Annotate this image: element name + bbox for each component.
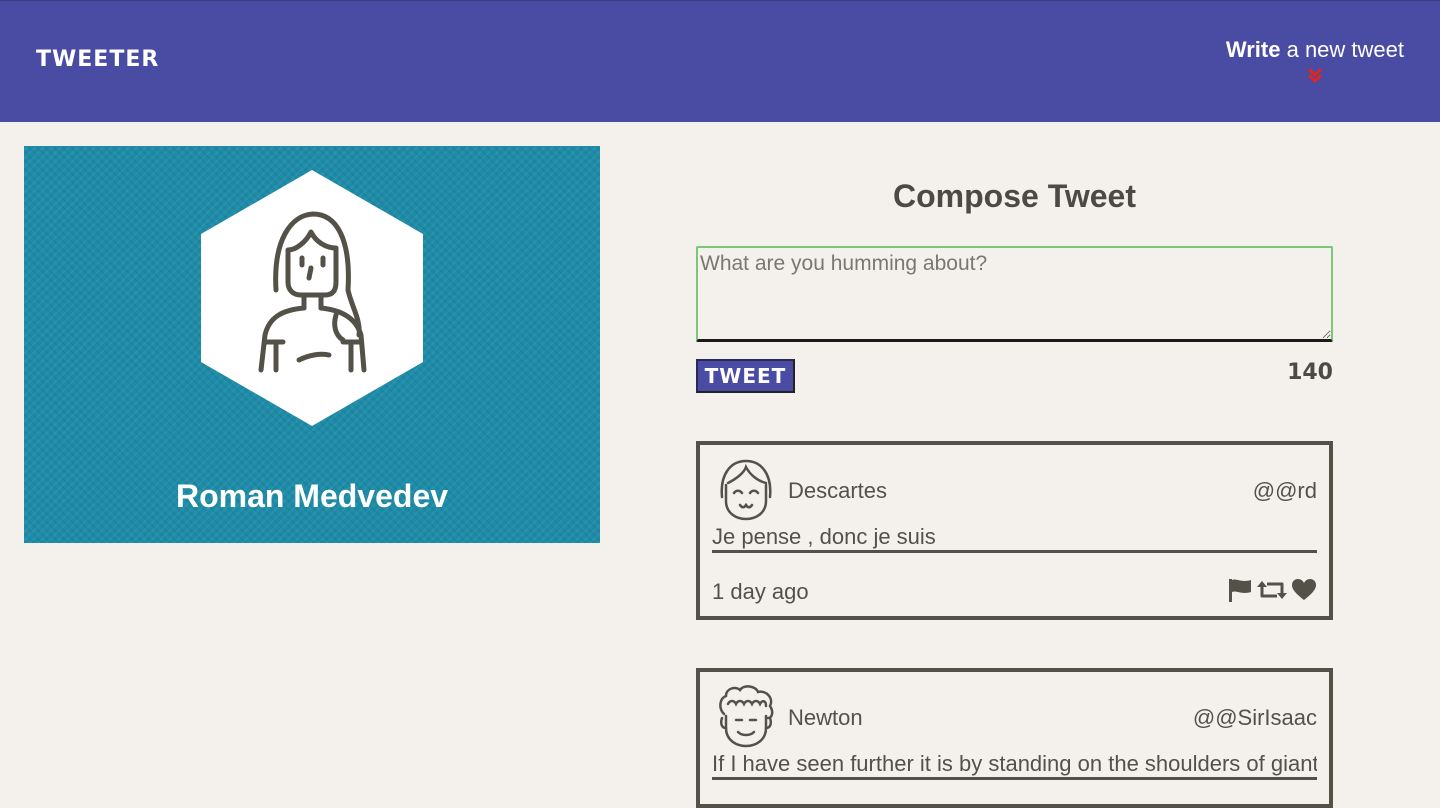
tweet-author-name: Descartes <box>788 478 888 503</box>
compose-title: Compose Tweet <box>893 178 1136 214</box>
tweet-card: Newton @@SirIsaac If I have seen further… <box>696 668 1333 808</box>
double-chevron-down-icon[interactable] <box>1307 67 1323 83</box>
user-avatar-icon <box>201 170 423 426</box>
tweet-author-handle: @@rd <box>1252 478 1317 503</box>
avatar-icon <box>720 459 772 521</box>
tweet-button[interactable]: TWEET <box>696 359 795 393</box>
brand-logo[interactable]: TWEETER <box>36 47 159 72</box>
write-label-rest: a new tweet <box>1280 37 1404 62</box>
profile-name: Roman Medvedev <box>175 478 449 514</box>
tweet-timestamp: 1 day ago <box>712 579 809 604</box>
compose-tweet-input[interactable] <box>696 246 1333 342</box>
flag-icon[interactable] <box>1227 578 1253 602</box>
tweet-actions <box>1227 578 1317 602</box>
write-tweet-toggle[interactable]: Write a new tweet <box>1226 37 1404 83</box>
heart-icon[interactable] <box>1291 578 1317 602</box>
avatar-icon <box>719 685 774 748</box>
tweet-author-name: Newton <box>788 705 863 730</box>
retweet-icon[interactable] <box>1257 578 1287 602</box>
tweet-author-handle: @@SirIsaac <box>1192 705 1317 730</box>
character-counter: 140 <box>1287 360 1333 385</box>
tweet-card: Descartes @@rd Je pense , donc je suis 1… <box>696 441 1333 620</box>
top-nav: TWEETER Write a new tweet <box>0 0 1440 122</box>
tweet-body: If I have seen further it is by standing… <box>712 751 1317 780</box>
profile-card: Roman Medvedev <box>24 146 600 543</box>
tweet-body: Je pense , donc je suis <box>712 524 1317 553</box>
write-label-bold: Write <box>1225 37 1281 62</box>
